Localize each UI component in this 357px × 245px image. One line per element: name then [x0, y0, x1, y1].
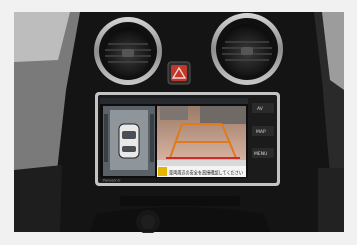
left-air-vent: [94, 17, 162, 85]
hazard-button: [167, 61, 191, 85]
warning-banner: 車両周辺の安全を直接確認してください: [157, 166, 246, 177]
navigation-head-unit: 車両周辺の安全を直接確認してください AV MAP MENU Panasonic: [95, 92, 280, 186]
hardware-buttons: AV MAP MENU: [252, 103, 274, 158]
map-button: MAP: [256, 129, 266, 135]
birds-eye-view: [103, 106, 155, 176]
warning-text: 車両周辺の安全を直接確認してください: [169, 170, 243, 177]
dashboard-photo: 車両周辺の安全を直接確認してください AV MAP MENU Panasonic: [0, 0, 357, 245]
menu-button: MENU: [254, 151, 267, 157]
brand-label: Panasonic: [103, 179, 121, 183]
rear-camera-view: [157, 106, 246, 166]
right-air-vent: [211, 13, 283, 85]
av-button: AV: [257, 106, 264, 112]
